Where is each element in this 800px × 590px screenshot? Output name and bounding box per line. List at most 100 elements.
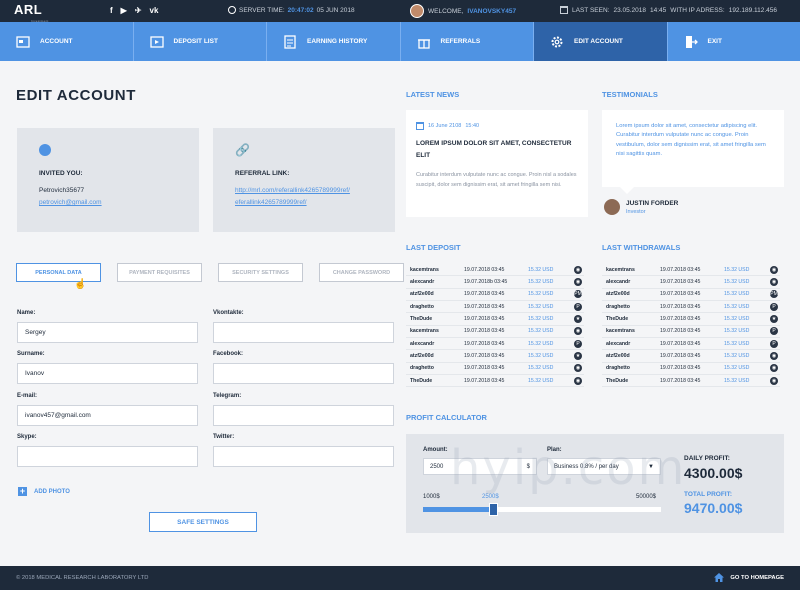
table-row: atzf2e00d 19.07.2018 03:45 15.32 USD ◉ <box>602 350 780 363</box>
welcome-user[interactable]: WELCOME, IVANOVSKY457 <box>410 4 516 18</box>
last-withdrawals-table: kacemtrans 19.07.2018 03:45 15.32 USD ◉ alex… <box>602 264 780 388</box>
row-amount: 15.32 USD <box>724 303 750 310</box>
username[interactable]: IVANOVSKY457 <box>467 8 516 15</box>
referral-link[interactable]: http://mrl.com/referallink4265789999ref/ <box>235 187 350 194</box>
referral-link-cont[interactable]: eferallink4265789999ref/ <box>235 199 307 206</box>
surname-input[interactable]: Ivanov <box>17 363 198 384</box>
nav-exit[interactable]: EXIT <box>668 22 800 61</box>
surname-field: Surname: Ivanov <box>17 351 198 384</box>
page-title: EDIT ACCOUNT <box>16 87 136 104</box>
plus-icon: + <box>18 486 27 496</box>
nav-earning-history[interactable]: EARNING HISTORY <box>267 22 401 61</box>
row-date: 19.07.2018 03:45 <box>660 266 701 273</box>
news-card[interactable]: 16 June 2108 15:40 LOREM IPSUM DOLOR SIT … <box>406 110 588 217</box>
exit-icon <box>685 35 698 48</box>
last-deposit-title: LAST DEPOSIT <box>406 243 461 252</box>
table-row: kacemtrans 19.07.2018 03:45 15.32 USD ◉ <box>406 264 584 277</box>
row-amount: 15.32 USD <box>724 266 750 273</box>
payment-system-icon: PM <box>770 290 778 299</box>
row-user: draghetto <box>410 303 434 310</box>
payment-system-icon: ◉ <box>770 376 778 385</box>
table-row: atzf2e00d 19.07.2018 03:45 15.32 USD PM <box>406 289 584 302</box>
payment-system-icon: P <box>770 339 778 348</box>
row-date: 19.07.2018 03:45 <box>660 291 701 298</box>
gift-icon <box>417 38 430 49</box>
amount-input[interactable]: 2500 $ <box>423 458 537 475</box>
news-date: 16 June 2108 15:40 <box>416 122 578 130</box>
table-row: TheDude 19.07.2018 03:45 15.32 USD ★ <box>406 313 584 326</box>
row-user: alexcandr <box>410 340 435 347</box>
row-amount: 15.32 USD <box>528 316 554 323</box>
telegram-input[interactable] <box>213 405 394 426</box>
tab-security-settings[interactable]: SECURITY SETTINGS <box>218 263 303 282</box>
slider-handle[interactable] <box>489 503 498 516</box>
copyright: © 2018 MEDICAL RESEARCH LABORATORY LTD <box>16 575 149 581</box>
safe-settings-button[interactable]: SAFE SETTINGS <box>149 512 257 532</box>
row-amount: 15.32 USD <box>528 340 554 347</box>
slider-min: 1000$ <box>423 494 440 500</box>
table-row: TheDude 19.07.2018 03:45 15.32 USD ★ <box>602 313 780 326</box>
user-icon <box>39 144 51 156</box>
top-bar: ARL Investment f ▶ ✈ vk SERVER TIME: 20:4… <box>0 0 800 23</box>
inviter-email-link[interactable]: petrovich@gmail.com <box>39 199 102 206</box>
amount-slider[interactable] <box>423 503 661 516</box>
add-photo-button[interactable]: + ADD PHOTO <box>18 487 70 496</box>
tab-change-password[interactable]: CHANGE PASSWORD <box>319 263 404 282</box>
testimonial-author: JUSTIN FORDER Investor <box>604 199 678 215</box>
author-avatar <box>604 199 620 215</box>
nav-edit-account[interactable]: EDIT ACCOUNT <box>534 22 668 61</box>
facebook-icon[interactable]: f <box>110 6 113 15</box>
telegram-icon[interactable]: ✈ <box>135 6 142 15</box>
payment-system-icon: ◉ <box>770 364 778 373</box>
table-row: kacemtrans 19.07.2018 03:45 15.32 USD ◉ <box>602 264 780 277</box>
payment-system-icon: ◉ <box>574 376 582 385</box>
slider-current: 2500$ <box>482 494 499 500</box>
avatar[interactable] <box>410 4 424 18</box>
nav-deposit-list[interactable]: DEPOSIT LIST <box>134 22 267 61</box>
row-user: draghetto <box>410 365 434 372</box>
logo[interactable]: ARL Investment <box>14 3 48 23</box>
youtube-icon[interactable]: ▶ <box>121 6 127 15</box>
row-user: kacemtrans <box>606 328 635 335</box>
row-date: 19.07.2018 03:45 <box>660 316 701 323</box>
row-date: 19.07.2018 03:45 <box>464 291 505 298</box>
home-icon <box>714 573 725 582</box>
tab-payment-requisites[interactable]: PAYMENT REQUISITES <box>117 263 202 282</box>
social-links: f ▶ ✈ vk <box>110 6 158 15</box>
skype-input[interactable] <box>17 446 198 467</box>
twitter-input[interactable] <box>213 446 394 467</box>
row-date: 19.07.2018b 03:45 <box>464 279 508 286</box>
facebook-input[interactable] <box>213 363 394 384</box>
table-row: atzf2e00d 19.07.2018 03:45 15.32 USD PM <box>602 289 780 302</box>
row-user: atzf2e00d <box>410 291 434 298</box>
row-user: TheDude <box>606 377 629 384</box>
nav-account[interactable]: ACCOUNT <box>0 22 134 61</box>
row-amount: 15.32 USD <box>724 353 750 360</box>
go-to-homepage-link[interactable]: GO TO HOMEPAGE <box>714 573 784 582</box>
vk-icon[interactable]: vk <box>150 6 159 15</box>
tab-personal-data[interactable]: PERSONAL DATA <box>16 263 101 282</box>
deposit-icon <box>149 35 164 48</box>
history-document-icon <box>284 34 296 49</box>
table-row: kacemtrans 19.07.2018 03:45 15.32 USD P <box>602 326 780 339</box>
name-input[interactable]: Sergey <box>17 322 198 343</box>
latest-news-title: LATEST NEWS <box>406 90 460 99</box>
email-input[interactable]: ivanov457@gmail.com <box>17 405 198 426</box>
nav-referrals[interactable]: REFERRALS <box>401 22 534 61</box>
row-user: atzf2e00d <box>606 353 630 360</box>
payment-system-icon: ★ <box>574 315 582 324</box>
chevron-down-icon: ▼ <box>648 463 654 470</box>
row-date: 19.07.2018 03:45 <box>464 303 505 310</box>
news-headline[interactable]: LOREM IPSUM DOLOR SIT AMET, CONSECTETUR … <box>416 138 578 162</box>
server-date: 05 JUN 2018 <box>316 6 355 14</box>
payment-system-icon: ◉ <box>574 278 582 287</box>
table-row: alexcandr 19.07.2018 03:45 15.32 USD ◉ <box>602 276 780 289</box>
name-field: Name: Sergey <box>17 310 198 343</box>
row-amount: 15.32 USD <box>724 365 750 372</box>
row-date: 19.07.2018 03:45 <box>464 340 505 347</box>
inviter-name: Petrovich35677 <box>39 187 85 194</box>
plan-select[interactable]: Business 0.8% / per day ▼ <box>547 458 661 475</box>
row-user: alexcandr <box>410 279 435 286</box>
vkontakte-input[interactable] <box>213 322 394 343</box>
row-user: TheDude <box>410 316 433 323</box>
